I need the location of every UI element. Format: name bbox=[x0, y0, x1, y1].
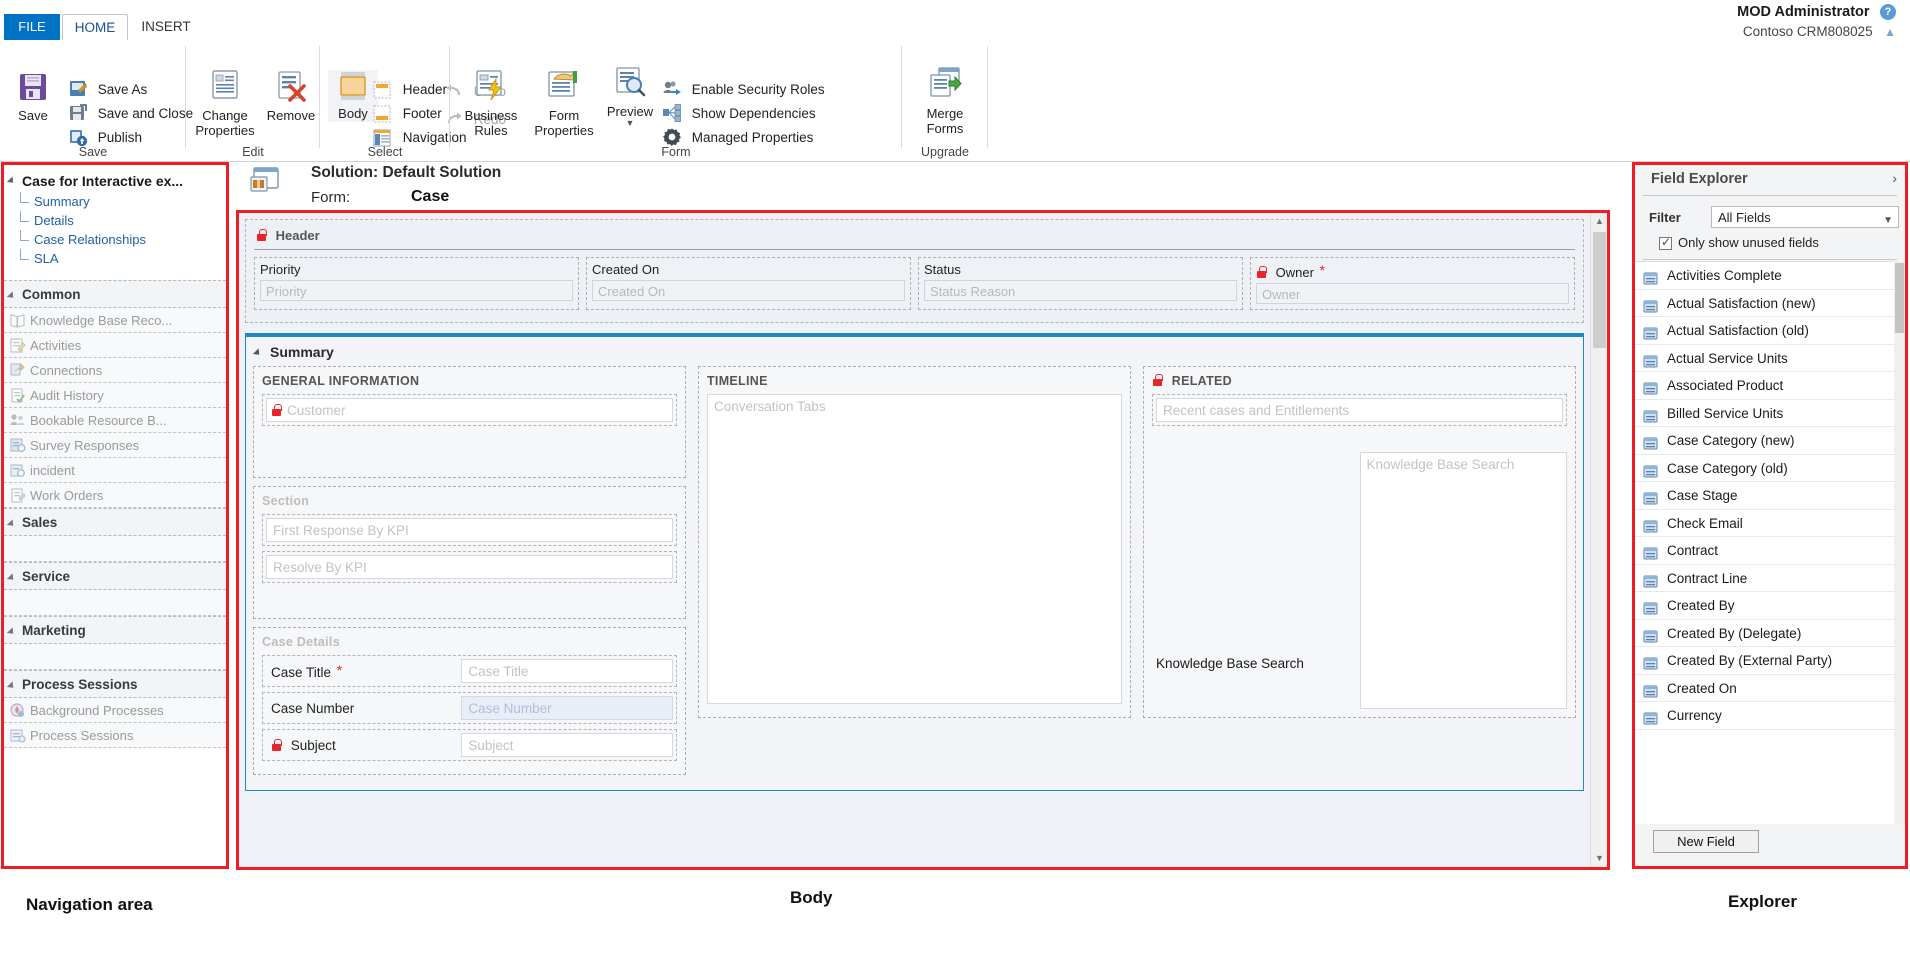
business-rules-button[interactable]: BusinessRules bbox=[460, 68, 522, 138]
save-and-close-button[interactable]: Save and Close bbox=[68, 102, 193, 126]
tab-home[interactable]: HOME bbox=[62, 14, 128, 40]
dependencies-icon bbox=[662, 103, 682, 123]
main-area: Case for Interactive ex... Summary Detai… bbox=[0, 162, 1910, 872]
body-region-icon bbox=[328, 70, 378, 105]
preview-button[interactable]: Preview ▼ bbox=[602, 66, 658, 128]
navigation-area-annotation bbox=[1, 162, 229, 869]
form-properties-icon bbox=[530, 68, 598, 107]
change-properties-label: ChangeProperties bbox=[192, 109, 258, 138]
business-rules-label: BusinessRules bbox=[460, 109, 522, 138]
show-dependencies-label: Show Dependencies bbox=[692, 106, 816, 121]
managed-properties-label: Managed Properties bbox=[692, 130, 814, 145]
ribbon-group-form-label: Form bbox=[450, 145, 902, 159]
remove-icon bbox=[264, 70, 318, 107]
save-button[interactable]: Save bbox=[6, 70, 60, 124]
change-properties-button[interactable]: ChangeProperties bbox=[192, 68, 258, 138]
enable-security-roles-label: Enable Security Roles bbox=[692, 82, 825, 97]
ribbon-group-edit-label: Edit bbox=[186, 145, 320, 159]
solution-name: Solution: Default Solution bbox=[311, 164, 501, 182]
ribbon-group-upgrade: MergeForms Upgrade bbox=[902, 40, 988, 162]
body-area-annotation bbox=[236, 210, 1610, 870]
ribbon-group-upgrade-label: Upgrade bbox=[902, 145, 988, 159]
gear-icon bbox=[662, 127, 682, 147]
solution-package-icon bbox=[250, 166, 280, 194]
ribbon-group-save: Save Save As Save and Clo bbox=[0, 40, 186, 162]
merge-forms-icon bbox=[914, 66, 976, 105]
floppy-disk-icon bbox=[6, 70, 60, 107]
ribbon-group-form: BusinessRules FormProperties bbox=[450, 40, 902, 162]
footer-button[interactable]: Footer bbox=[373, 102, 442, 126]
form-properties-label: FormProperties bbox=[530, 109, 598, 138]
publish-icon bbox=[68, 127, 88, 147]
explorer-area-annotation bbox=[1632, 162, 1908, 869]
body-button[interactable]: Body bbox=[328, 70, 378, 122]
divider bbox=[987, 46, 988, 148]
security-roles-icon bbox=[662, 79, 682, 99]
form-properties-button[interactable]: FormProperties bbox=[530, 68, 598, 138]
header-region-icon bbox=[373, 81, 393, 101]
publish-label: Publish bbox=[98, 130, 142, 145]
properties-icon bbox=[192, 68, 258, 107]
caption-body: Body bbox=[790, 888, 833, 908]
form-label: Form: bbox=[311, 189, 350, 206]
preview-magnifier-icon bbox=[602, 66, 658, 103]
save-button-label: Save bbox=[6, 109, 60, 124]
ribbon-group-select: Body Header Footer bbox=[320, 40, 450, 162]
save-as-label: Save As bbox=[98, 82, 148, 97]
ribbon-group-edit: ChangeProperties Remove U bbox=[186, 40, 320, 162]
ribbon-tab-strip: FILE HOME INSERT bbox=[0, 14, 1910, 40]
tab-file[interactable]: FILE bbox=[4, 14, 60, 40]
business-rules-icon bbox=[460, 68, 522, 107]
solution-header: Solution: Default Solution Form: Case bbox=[248, 162, 1148, 210]
footer-label: Footer bbox=[403, 106, 442, 121]
footer-region-icon bbox=[373, 105, 393, 125]
save-close-icon bbox=[68, 103, 88, 123]
tab-insert[interactable]: INSERT bbox=[132, 14, 200, 40]
form-name: Case bbox=[411, 188, 449, 206]
show-dependencies-button[interactable]: Show Dependencies bbox=[662, 102, 816, 126]
remove-label: Remove bbox=[264, 109, 318, 124]
save-and-close-label: Save and Close bbox=[98, 106, 193, 121]
header-label: Header bbox=[403, 82, 447, 97]
ribbon-group-save-label: Save bbox=[0, 145, 186, 159]
merge-forms-label: MergeForms bbox=[914, 107, 976, 136]
header-button[interactable]: Header bbox=[373, 78, 447, 102]
body-label: Body bbox=[328, 107, 378, 122]
save-as-button[interactable]: Save As bbox=[68, 78, 147, 102]
ribbon-group-select-label: Select bbox=[320, 145, 450, 159]
caption-navigation-area: Navigation area bbox=[26, 895, 153, 915]
caption-explorer: Explorer bbox=[1728, 892, 1797, 912]
ribbon: Save Save As Save and Clo bbox=[0, 40, 1910, 162]
enable-security-roles-button[interactable]: Enable Security Roles bbox=[662, 78, 825, 102]
merge-forms-button[interactable]: MergeForms bbox=[914, 66, 976, 136]
remove-button[interactable]: Remove bbox=[264, 70, 318, 124]
save-as-icon bbox=[68, 79, 88, 99]
